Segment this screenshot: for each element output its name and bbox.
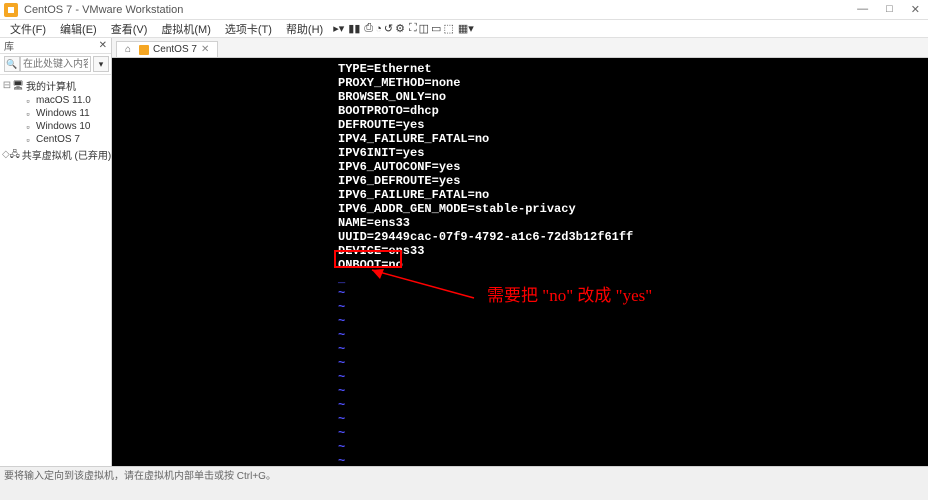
tree-vm-win11[interactable]: ▫Windows 11 [0,107,111,120]
term-line: IPV4_FAILURE_FATAL=no [112,132,928,146]
term-line: IPV6INIT=yes [112,146,928,160]
app-icon [4,3,18,17]
snapshot-button[interactable]: ⎙ [364,22,373,35]
maximize-button[interactable]: □ [882,3,897,16]
term-tilde: ~ [112,384,928,398]
library-search-input[interactable] [20,56,91,72]
term-tilde: ~ [112,454,928,466]
term-tilde: ~ [112,440,928,454]
minimize-button[interactable]: — [853,3,872,16]
term-tilde: ~ [112,314,928,328]
tree-vm-macos[interactable]: ▫macOS 11.0 [0,94,111,107]
term-line-onboot: ONBOOT=no [112,258,928,272]
term-line: IPV6_FAILURE_FATAL=no [112,188,928,202]
term-line: TYPE=Ethernet [112,62,928,76]
term-tilde: ~ [112,412,928,426]
menu-file[interactable]: 文件(F) [4,20,52,38]
term-tilde: ~ [112,370,928,384]
search-icon[interactable]: 🔍 [4,56,20,72]
revert-button[interactable]: ↺ [384,22,393,35]
snapshot-manager-button[interactable]: ◔ [375,23,382,35]
status-text: 要将输入定向到该虚拟机，请在虚拟机内部单击或按 Ctrl+G。 [4,467,276,482]
term-tilde: ~ [112,328,928,342]
term-line: DEVICE=ens33 [112,244,928,258]
menubar: 文件(F) 编辑(E) 查看(V) 虚拟机(M) 选项卡(T) 帮助(H) ▸▾… [0,20,928,38]
tree-vm-win10[interactable]: ▫Windows 10 [0,120,111,133]
term-line: BOOTPROTO=dhcp [112,104,928,118]
term-line: NAME=ens33 [112,216,928,230]
menu-help[interactable]: 帮助(H) [280,20,329,38]
window-titlebar: CentOS 7 - VMware Workstation — □ ✕ [0,0,928,20]
term-tilde: ~ [112,398,928,412]
play-dropdown-button[interactable]: ▸▾ [333,22,344,35]
sidebar-close-button[interactable]: ✕ [99,40,107,51]
menu-vm[interactable]: 虚拟机(M) [155,20,217,38]
fullscreen-button[interactable]: ⛶ [409,22,417,35]
search-dropdown-button[interactable]: ▾ [93,56,109,72]
library-sidebar: 库 ✕ 🔍 ▾ ⊟🖥我的计算机 ▫macOS 11.0 ▫Windows 11 … [0,38,112,466]
tree-vm-centos7[interactable]: ▫CentOS 7 [0,133,111,146]
term-line: PROXY_METHOD=none [112,76,928,90]
term-tilde: ~ [112,342,928,356]
annotation-text: 需要把 "no" 改成 "yes" [487,289,652,303]
vm-icon [139,45,149,55]
library-tree: ⊟🖥我的计算机 ▫macOS 11.0 ▫Windows 11 ▫Windows… [0,75,111,466]
tab-centos7[interactable]: ⌂ CentOS 7 ✕ [116,41,218,57]
pause-button[interactable]: ▮▮ [348,22,360,35]
annotation-arrow [342,254,482,304]
term-line: IPV6_DEFROUTE=yes [112,174,928,188]
terminal-view[interactable]: TYPE=Ethernet PROXY_METHOD=none BROWSER_… [112,58,928,466]
term-tilde: ~ [112,356,928,370]
term-line: DEFROUTE=yes [112,118,928,132]
tree-shared-vms[interactable]: ◇🖧共享虚拟机 (已弃用) [0,146,111,163]
sidebar-title: 库 [4,38,14,53]
unity-button[interactable]: ◫ [419,22,429,35]
home-icon[interactable]: ⌂ [125,44,131,55]
term-cursor: _ [112,272,928,286]
menu-tabs[interactable]: 选项卡(T) [219,20,278,38]
term-tilde: ~ [112,426,928,440]
statusbar: 要将输入定向到该虚拟机，请在虚拟机内部单击或按 Ctrl+G。 [0,466,928,482]
stretch-button[interactable]: ⬚ [443,22,453,35]
term-line: BROWSER_ONLY=no [112,90,928,104]
close-button[interactable]: ✕ [907,3,924,16]
devices-button[interactable]: ▦▾ [458,22,474,35]
tree-my-computer[interactable]: ⊟🖥我的计算机 [0,77,111,94]
settings-button[interactable]: ⚙ [395,22,405,35]
tabbar: ⌂ CentOS 7 ✕ [112,38,928,58]
tab-label: CentOS 7 [153,44,197,55]
term-line: IPV6_ADDR_GEN_MODE=stable-privacy [112,202,928,216]
window-title: CentOS 7 - VMware Workstation [24,4,853,16]
term-line: UUID=29449cac-07f9-4792-a1c6-72d3b12f61f… [112,230,928,244]
console-button[interactable]: ▭ [431,22,441,35]
tab-close-button[interactable]: ✕ [201,44,209,55]
menu-view[interactable]: 查看(V) [105,20,154,38]
term-line: IPV6_AUTOCONF=yes [112,160,928,174]
menu-edit[interactable]: 编辑(E) [54,20,103,38]
